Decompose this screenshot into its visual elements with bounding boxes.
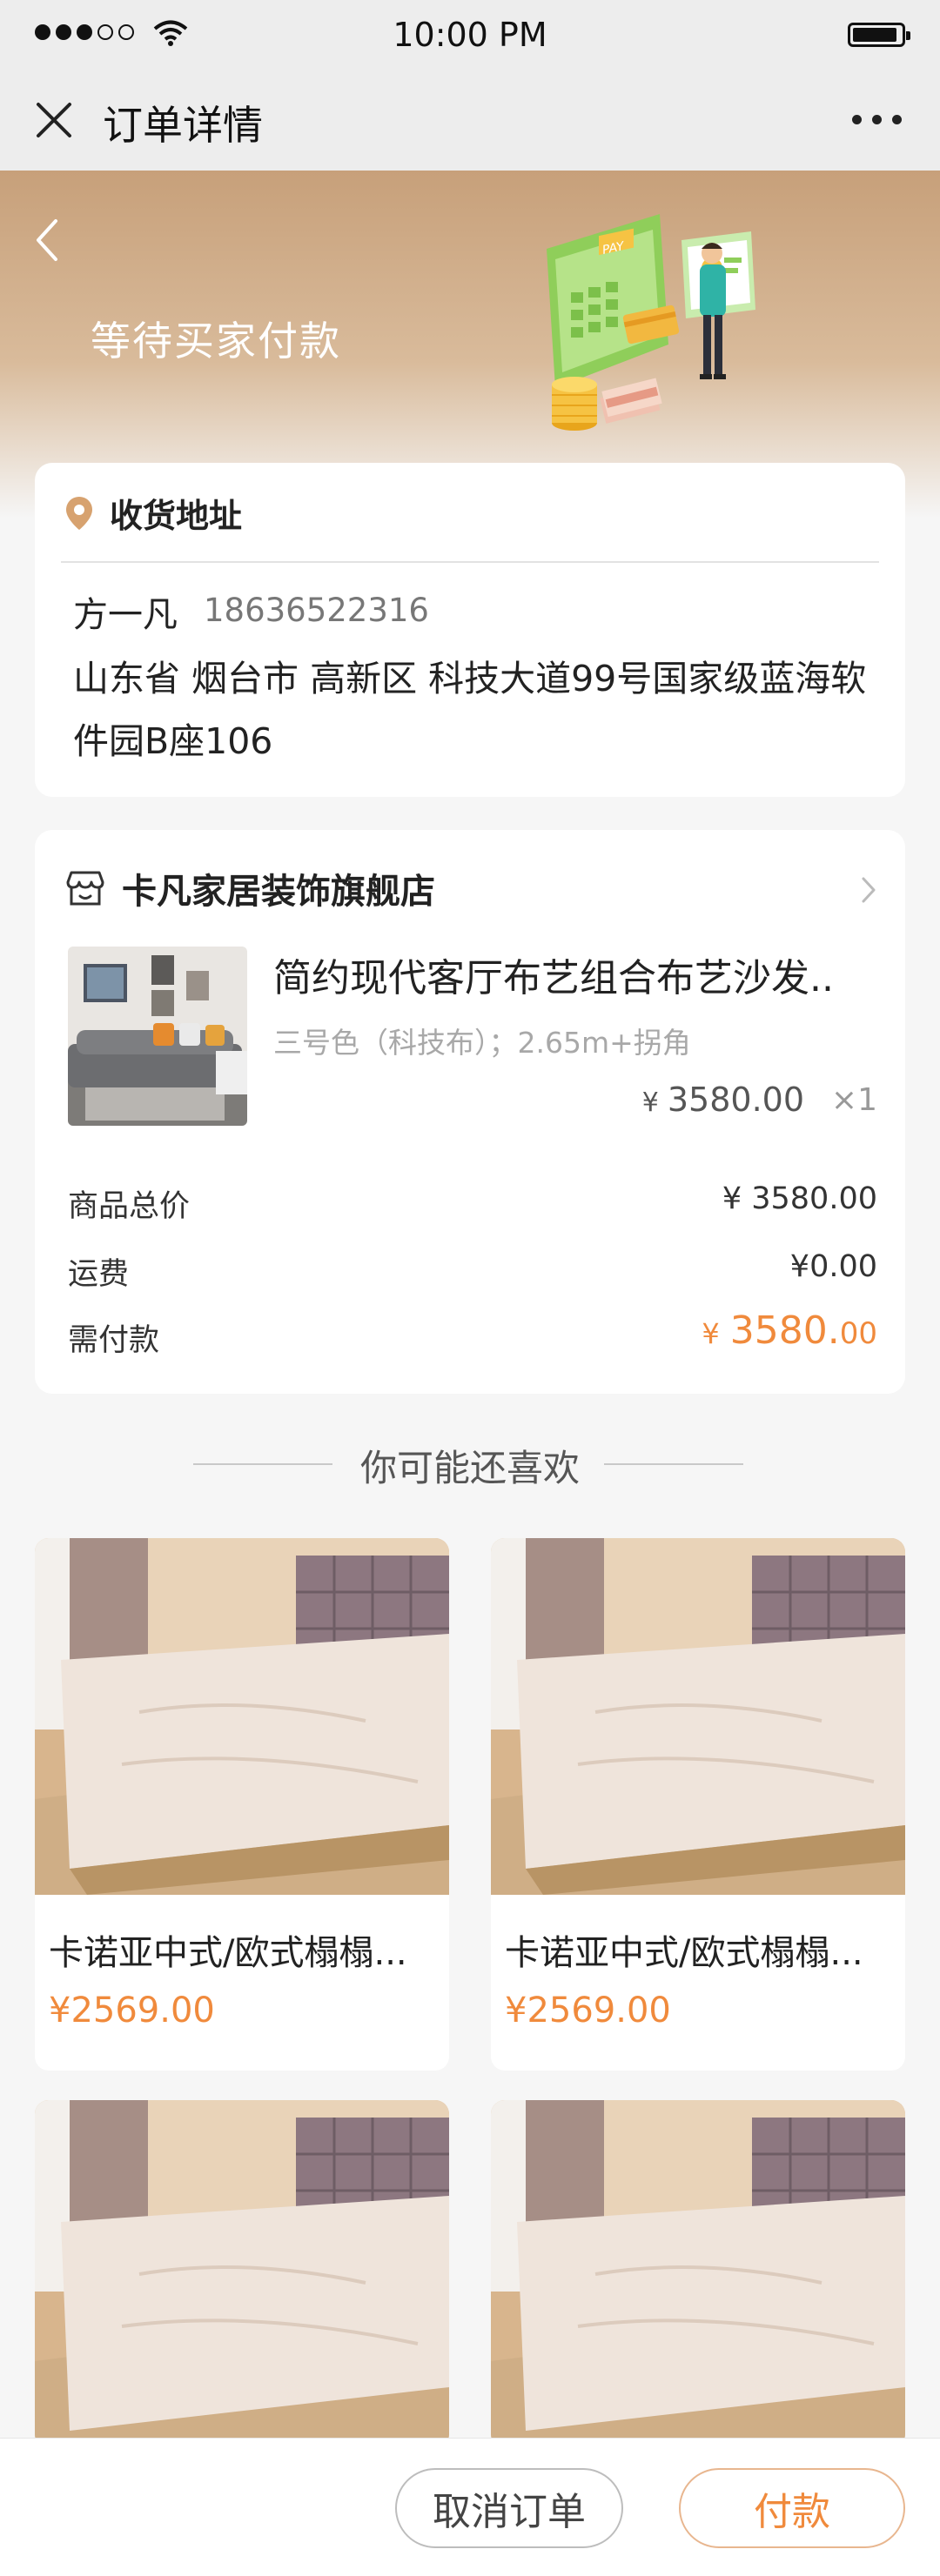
product-quantity: ×1 xyxy=(830,1082,877,1118)
shipping-address-card: 收货地址 方一凡 18636522316 山东省 烟台市 高新区 科技大道99号… xyxy=(35,463,905,797)
close-icon[interactable] xyxy=(31,97,77,143)
pay-button[interactable]: 付款 xyxy=(679,2468,905,2548)
recommend-item[interactable]: 卡诺亚中式/欧式榻榻... ¥2569.00 xyxy=(35,1538,449,2071)
subtotal-value: ¥ 3580.00 xyxy=(722,1181,877,1216)
location-pin-icon xyxy=(66,496,92,530)
shop-name: 卡凡家居装饰旗舰店 xyxy=(122,872,435,912)
recommend-item[interactable] xyxy=(35,2100,449,2448)
product-spec: 三号色（科技布）；2.65m+拐角 xyxy=(273,1026,691,1060)
due-cents: 00 xyxy=(839,1316,877,1351)
status-time: 10:00 PM xyxy=(393,16,547,54)
recommend-item-price: ¥2569.00 xyxy=(49,1991,215,2031)
back-icon[interactable] xyxy=(30,214,64,266)
recipient-phone: 18636522316 xyxy=(204,592,429,629)
amount-due-label: 需付款 xyxy=(68,1323,160,1358)
divider xyxy=(61,561,879,563)
recipient-name: 方一凡 xyxy=(73,595,178,635)
nav-bar: 订单详情 xyxy=(0,70,940,171)
recommend-item-price: ¥2569.00 xyxy=(505,1991,671,2031)
product-image xyxy=(35,2100,449,2448)
shipping-label: 运费 xyxy=(68,1257,130,1292)
amount-due-value: ¥3580.00 xyxy=(702,1308,877,1353)
shop-header[interactable]: 卡凡家居装饰旗舰店 xyxy=(64,863,435,913)
shop-icon xyxy=(66,871,104,906)
product-image xyxy=(491,1538,905,1895)
product-image xyxy=(491,2100,905,2448)
product-price: ¥3580.00 xyxy=(642,1081,804,1119)
address-detail: 山东省 烟台市 高新区 科技大道99号国家级蓝海软件园B座106 xyxy=(73,658,867,762)
product-thumbnail[interactable] xyxy=(68,947,247,1126)
subtotal-row: 商品总价 ¥ 3580.00 xyxy=(68,1181,877,1226)
recommend-item-name: 卡诺亚中式/欧式榻榻... xyxy=(505,1933,863,1973)
subtotal-label: 商品总价 xyxy=(68,1189,191,1224)
payment-illustration: PAY xyxy=(547,214,755,431)
status-bar: 10:00 PM xyxy=(0,0,940,70)
divider-right xyxy=(604,1463,743,1465)
recommend-item-name: 卡诺亚中式/欧式榻榻... xyxy=(49,1933,407,1973)
recommend-item[interactable] xyxy=(491,2100,905,2448)
recommend-item[interactable]: 卡诺亚中式/欧式榻榻... ¥2569.00 xyxy=(491,1538,905,2071)
page-title: 订单详情 xyxy=(103,102,263,149)
battery-icon xyxy=(848,23,910,47)
more-icon[interactable] xyxy=(852,115,902,124)
currency-symbol: ¥ xyxy=(641,1087,659,1118)
product-name[interactable]: 简约现代客厅布艺组合布艺沙发.. xyxy=(273,947,874,1002)
product-price-value: 3580.00 xyxy=(667,1081,804,1119)
address-header: 收货地址 xyxy=(64,489,242,537)
shipping-row: 运费 ¥0.00 xyxy=(68,1249,877,1294)
address-section-title: 收货地址 xyxy=(110,497,243,535)
due-currency: ¥ xyxy=(702,1317,720,1350)
order-status-text: 等待买家付款 xyxy=(91,318,341,365)
order-card: 卡凡家居装饰旗舰店 简约现代客厅布艺组合布艺沙发.. 三号色（科技布）；2.65… xyxy=(35,830,905,1394)
amount-due-row: 需付款 ¥3580.00 xyxy=(68,1308,877,1360)
product-image xyxy=(35,1538,449,1895)
cancel-order-button[interactable]: 取消订单 xyxy=(395,2468,623,2548)
bottom-action-bar: 取消订单 付款 xyxy=(0,2438,940,2576)
shipping-value: ¥0.00 xyxy=(789,1249,877,1284)
chevron-right-icon[interactable] xyxy=(860,875,877,905)
due-integer: 3580. xyxy=(729,1308,840,1353)
recommend-title: 你可能还喜欢 xyxy=(359,1447,580,1489)
